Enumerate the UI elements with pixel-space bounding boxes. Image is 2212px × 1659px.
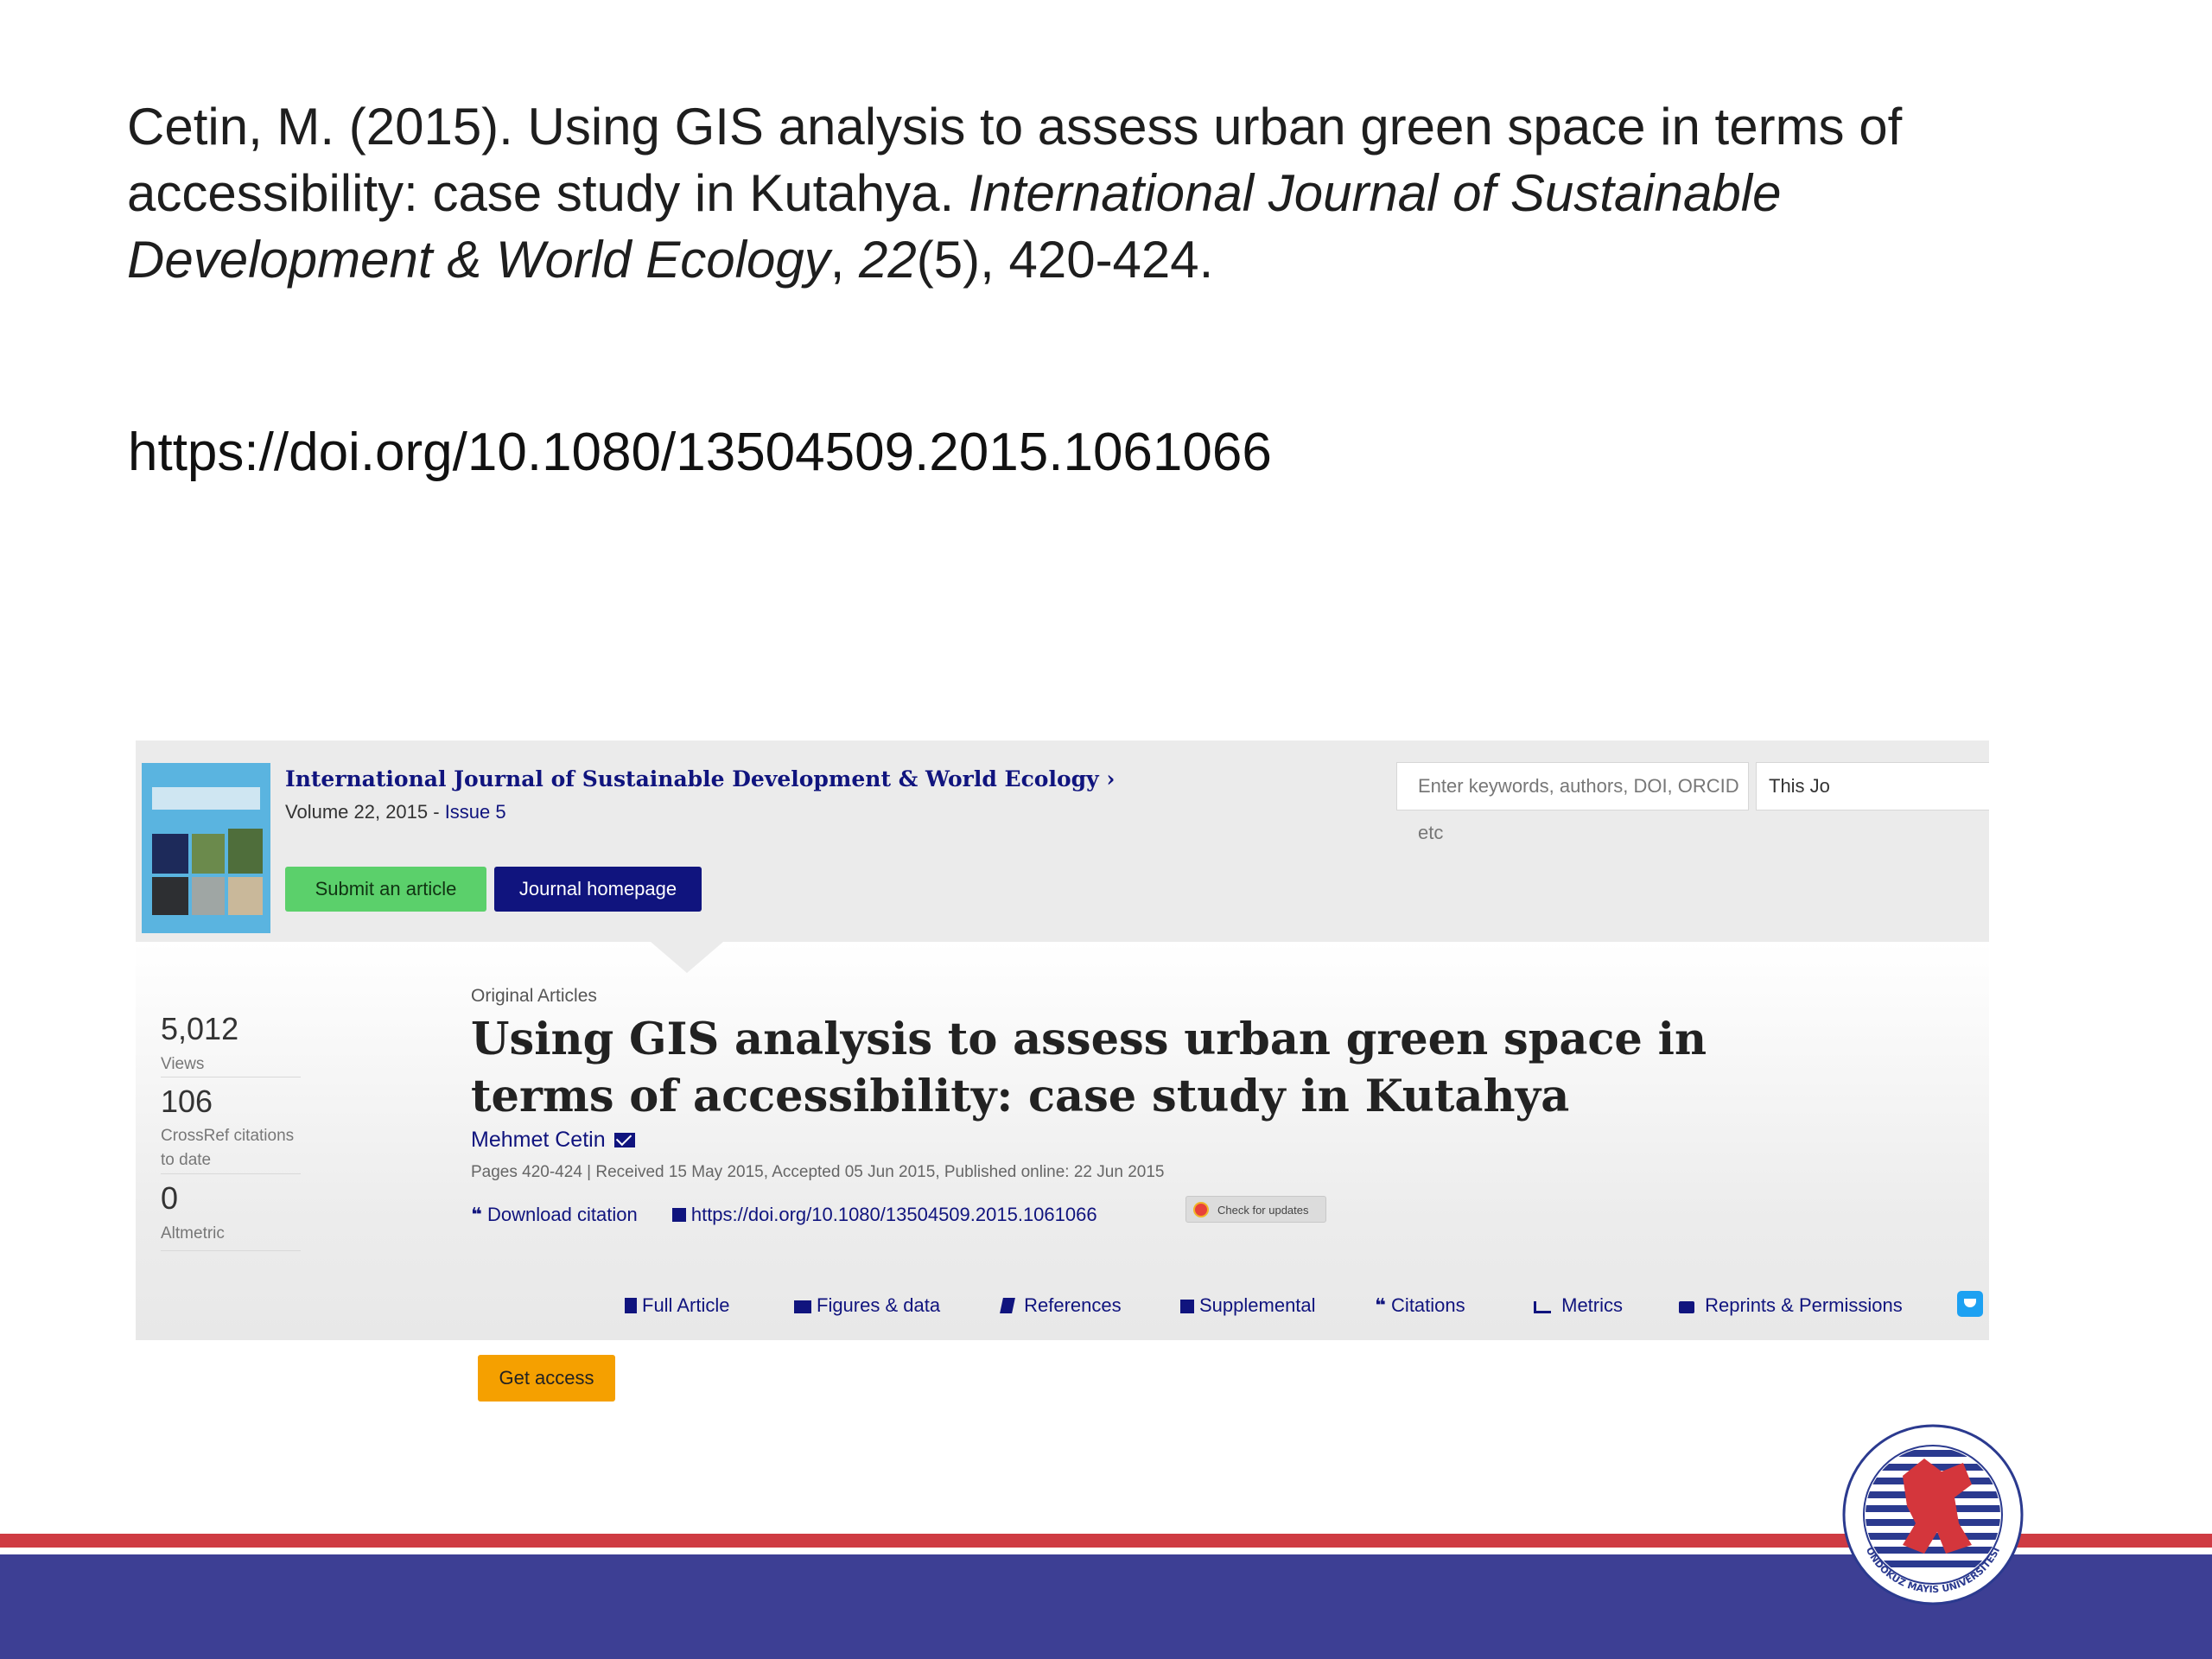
university-seal-logo: ONDOKUZ MAYIS ÜNİVERSİTESİ xyxy=(1842,1424,2024,1605)
crossref-label: CrossRef citations to date xyxy=(161,1127,295,1169)
altmetric-count[interactable]: 0 xyxy=(161,1180,178,1217)
crossref-count[interactable]: 106 xyxy=(161,1084,213,1120)
citation-doi[interactable]: https://doi.org/10.1080/13504509.2015.10… xyxy=(128,422,1272,483)
plus-icon xyxy=(1180,1300,1194,1313)
article-type: Original Articles xyxy=(471,986,597,1006)
download-citation-link[interactable]: ❝ Download citation xyxy=(471,1204,638,1226)
tab-citations[interactable]: ❝ Citations xyxy=(1375,1294,1465,1317)
journal-header: International Journal of Sustainable Dev… xyxy=(136,741,1989,942)
tab-full-article[interactable]: Full Article xyxy=(625,1294,729,1317)
views-count: 5,012 xyxy=(161,1011,239,1046)
volume-info: Volume 22, 2015 - Issue 5 xyxy=(285,801,506,823)
check-for-updates-button[interactable]: Check for updates xyxy=(1185,1196,1326,1223)
get-access-button[interactable]: Get access xyxy=(478,1355,615,1402)
article-dates: Pages 420-424 | Received 15 May 2015, Ac… xyxy=(471,1163,1165,1181)
search-scope-select[interactable]: This Jo xyxy=(1756,762,1989,810)
image-icon xyxy=(794,1300,811,1313)
author-link[interactable]: Mehmet Cetin xyxy=(471,1128,635,1153)
issue-link[interactable]: Issue 5 xyxy=(445,801,506,823)
article-page-screenshot: International Journal of Sustainable Dev… xyxy=(136,741,1989,1340)
altmetric-label: Altmetric xyxy=(161,1224,225,1243)
tab-reprints-permissions[interactable]: Reprints & Permissions xyxy=(1679,1294,1903,1317)
crossmark-icon xyxy=(1193,1202,1209,1217)
tab-metrics[interactable]: Metrics xyxy=(1534,1294,1623,1317)
citation-text: Cetin, M. (2015). Using GIS analysis to … xyxy=(127,93,2045,293)
document-icon xyxy=(625,1298,637,1313)
book-icon xyxy=(1000,1298,1015,1313)
doi-link[interactable]: https://doi.org/10.1080/13504509.2015.10… xyxy=(671,1204,1097,1226)
bar-chart-icon xyxy=(1534,1301,1551,1313)
article-links: ❝ Download citation https://doi.org/10.1… xyxy=(471,1204,1097,1226)
journal-homepage-button[interactable]: Journal homepage xyxy=(494,867,702,912)
external-link-icon xyxy=(671,1208,686,1222)
tab-figures-data[interactable]: Figures & data xyxy=(794,1294,940,1317)
search-input[interactable]: Enter keywords, authors, DOI, ORCID etc xyxy=(1396,762,1749,843)
citation-issue-pages: (5), 420-424. xyxy=(916,231,1214,289)
submit-article-button[interactable]: Submit an article xyxy=(285,867,486,912)
quote-icon: ❝ xyxy=(471,1205,482,1226)
email-icon[interactable] xyxy=(613,1133,635,1147)
journal-cover-image[interactable] xyxy=(142,763,270,933)
twitter-icon[interactable] xyxy=(1957,1291,1983,1317)
article-body: 5,012 Views 106 CrossRef citations to da… xyxy=(136,942,1989,1340)
header-pointer xyxy=(651,942,723,973)
tab-references[interactable]: References xyxy=(1000,1294,1122,1317)
journal-title-link[interactable]: International Journal of Sustainable Dev… xyxy=(285,766,1115,791)
printer-icon xyxy=(1679,1301,1694,1313)
article-title: Using GIS analysis to assess urban green… xyxy=(471,1014,1707,1122)
quote-icon: ❝ xyxy=(1375,1295,1386,1317)
citation-volume: 22 xyxy=(859,231,917,289)
tab-supplemental[interactable]: Supplemental xyxy=(1180,1294,1316,1317)
views-label: Views xyxy=(161,1055,205,1073)
chevron-right-icon: › xyxy=(1106,766,1116,791)
citation-separator: , xyxy=(830,231,845,289)
